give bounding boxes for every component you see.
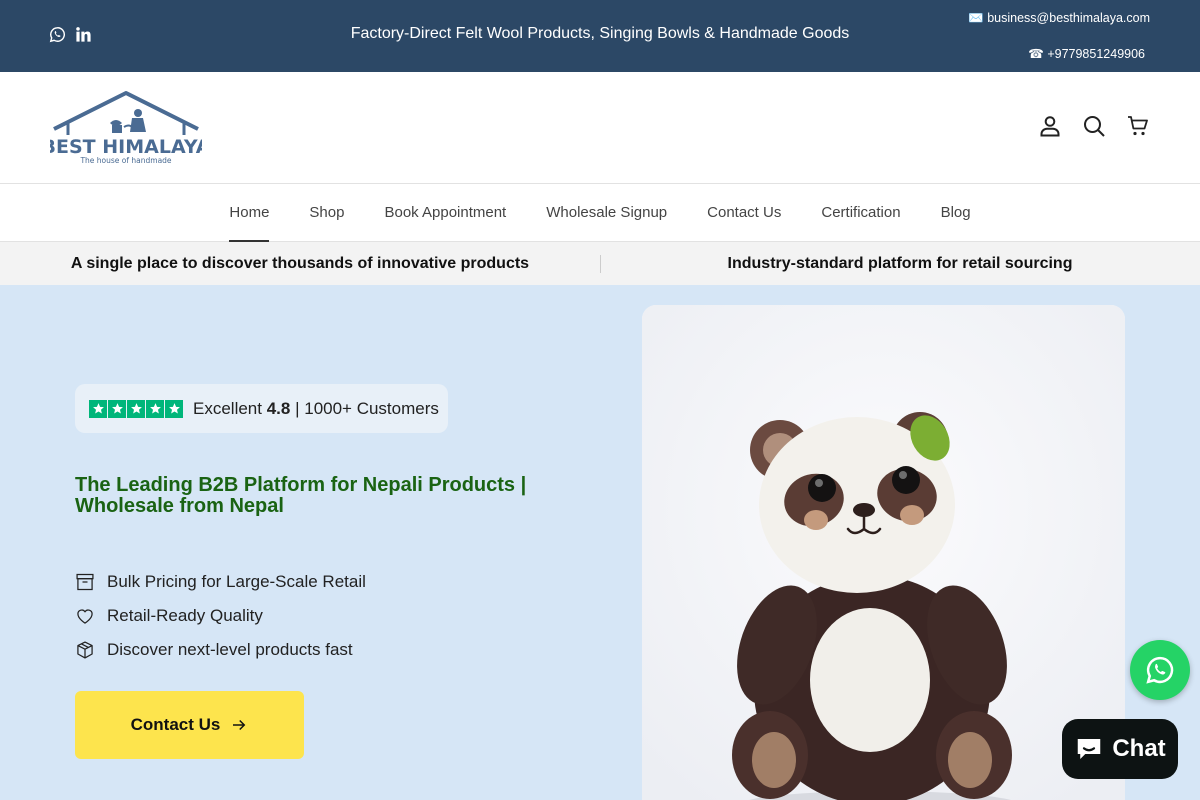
star-icon	[165, 399, 183, 418]
list-item: Bulk Pricing for Large-Scale Retail	[75, 565, 366, 599]
account-button[interactable]	[1038, 114, 1062, 138]
nav-item-wholesale-signup[interactable]: Wholesale Signup	[546, 184, 667, 241]
feature-list: Bulk Pricing for Large-Scale Retail Reta…	[75, 565, 366, 667]
site-header: BEST HIMALAYA The house of handmade	[0, 72, 1200, 184]
brand-logo[interactable]: BEST HIMALAYA The house of handmade	[50, 91, 202, 165]
list-item: Retail-Ready Quality	[75, 599, 366, 633]
chat-label: Chat	[1112, 735, 1166, 762]
felt-panda-illustration	[642, 305, 1125, 800]
search-button[interactable]	[1082, 114, 1106, 138]
email-link[interactable]: ✉️ business@besthimalaya.com	[968, 10, 1150, 27]
star-icon	[127, 399, 145, 418]
contact-us-button[interactable]: Contact Us	[75, 691, 304, 759]
brand-name: BEST HIMALAYA	[50, 136, 202, 158]
account-icon	[1040, 116, 1060, 137]
arrow-right-icon	[233, 719, 246, 731]
hero-product-image	[642, 305, 1125, 800]
heart-icon	[77, 609, 93, 624]
nav-item-certification[interactable]: Certification	[821, 184, 900, 241]
rating-suffix: | 1000+ Customers	[295, 398, 439, 418]
cube-icon	[77, 641, 93, 659]
value-proposition-strip: A single place to discover thousands of …	[0, 242, 1200, 285]
chat-bubble-icon	[1078, 739, 1101, 759]
strip-text-left: A single place to discover thousands of …	[70, 255, 530, 272]
whatsapp-float-button[interactable]	[1130, 640, 1190, 700]
hero-section: Excellent 4.8 | 1000+ Customers The Lead…	[0, 285, 1200, 800]
chat-button[interactable]: Chat	[1062, 719, 1178, 779]
nav-item-home[interactable]: Home	[229, 184, 270, 242]
feature-text: Retail-Ready Quality	[107, 606, 263, 625]
phone-link[interactable]: ☎ +9779851249906	[968, 46, 1150, 63]
nav-item-blog[interactable]: Blog	[941, 184, 971, 241]
trustpilot-stars	[89, 399, 183, 418]
star-icon	[146, 399, 164, 418]
list-item: Discover next-level products fast	[75, 633, 366, 667]
box-icon	[76, 573, 94, 591]
nav-item-book-appointment[interactable]: Book Appointment	[384, 184, 506, 241]
whatsapp-icon	[1146, 656, 1174, 684]
rating-text: Excellent 4.8 | 1000+ Customers	[193, 399, 439, 419]
star-icon	[89, 399, 107, 418]
rating-prefix: Excellent	[193, 398, 262, 418]
rating-badge: Excellent 4.8 | 1000+ Customers	[75, 384, 448, 433]
nav-item-contact-us[interactable]: Contact Us	[707, 184, 781, 241]
strip-text-right: Industry-standard platform for retail so…	[727, 255, 1073, 272]
search-icon	[1084, 116, 1105, 137]
feature-text: Bulk Pricing for Large-Scale Retail	[107, 572, 366, 591]
hero-headline: The Leading B2B Platform for Nepali Prod…	[75, 474, 527, 517]
main-navigation: Home Shop Book Appointment Wholesale Sig…	[0, 184, 1200, 242]
cta-label: Contact Us	[130, 715, 221, 734]
cart-icon	[1128, 116, 1148, 136]
cart-button[interactable]	[1126, 114, 1150, 138]
rating-score: 4.8	[266, 398, 291, 418]
brand-tagline: The house of handmade	[79, 156, 171, 165]
header-actions	[1038, 114, 1150, 138]
nav-item-shop[interactable]: Shop	[309, 184, 344, 241]
top-announcement-bar: Factory-Direct Felt Wool Products, Singi…	[0, 0, 1200, 72]
feature-text: Discover next-level products fast	[107, 640, 353, 659]
star-icon	[108, 399, 126, 418]
